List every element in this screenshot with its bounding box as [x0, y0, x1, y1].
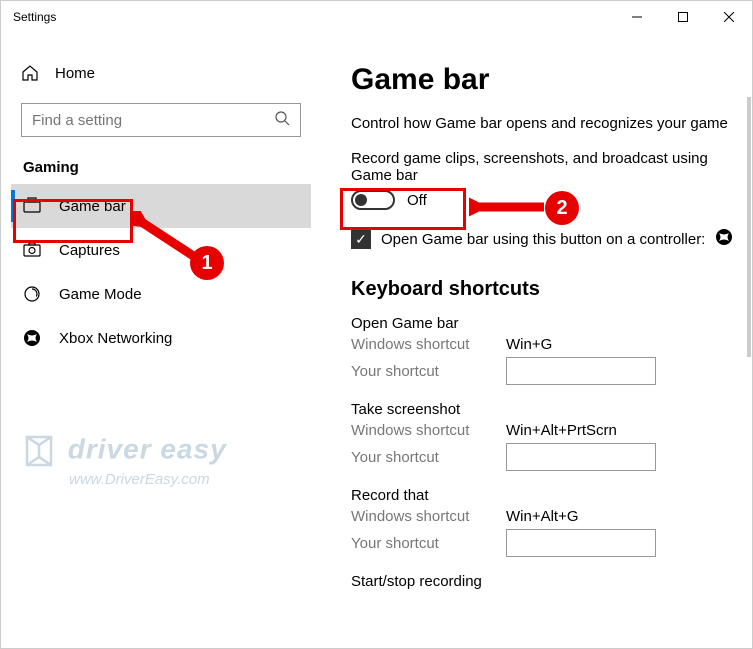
your-shortcut-label: Your shortcut	[351, 449, 506, 466]
shortcut-open-game-bar: Open Game bar Windows shortcutWin+G Your…	[351, 315, 734, 385]
home-label: Home	[55, 65, 95, 82]
shortcuts-header: Keyboard shortcuts	[351, 278, 734, 301]
captures-icon	[23, 241, 41, 259]
nav-label: Game Mode	[59, 286, 142, 303]
home-icon	[21, 64, 39, 82]
win-shortcut-value: Win+Alt+PrtScrn	[506, 422, 617, 439]
win-shortcut-value: Win+G	[506, 336, 552, 353]
game-bar-icon	[23, 197, 41, 215]
titlebar: Settings	[1, 1, 752, 33]
your-shortcut-input[interactable]	[506, 357, 656, 385]
nav-captures[interactable]: Captures	[11, 228, 311, 272]
your-shortcut-input[interactable]	[506, 443, 656, 471]
page-title: Game bar	[351, 63, 734, 97]
close-button[interactable]	[706, 1, 752, 33]
nav-game-bar[interactable]: Game bar	[11, 184, 311, 228]
controller-checkbox-row: ✓ Open Game bar using this button on a c…	[351, 228, 734, 250]
game-bar-toggle[interactable]	[351, 190, 395, 210]
shortcut-take-screenshot: Take screenshot Windows shortcutWin+Alt+…	[351, 401, 734, 471]
win-shortcut-label: Windows shortcut	[351, 508, 506, 525]
shortcut-title: Start/stop recording	[351, 573, 734, 590]
home-nav[interactable]: Home	[11, 53, 311, 93]
nav-label: Game bar	[59, 198, 126, 215]
record-desc: Record game clips, screenshots, and broa…	[351, 150, 734, 184]
win-shortcut-label: Windows shortcut	[351, 336, 506, 353]
controller-checkbox[interactable]: ✓	[351, 229, 371, 249]
nav-label: Xbox Networking	[59, 330, 172, 347]
sidebar: Home Gaming Game bar Captures Game Mod	[1, 33, 321, 648]
page-desc: Control how Game bar opens and recognize…	[351, 115, 734, 132]
shortcut-record-that: Record that Windows shortcutWin+Alt+G Yo…	[351, 487, 734, 557]
search-input[interactable]	[21, 103, 301, 137]
nav-xbox-networking[interactable]: Xbox Networking	[11, 316, 311, 360]
win-shortcut-value: Win+Alt+G	[506, 508, 579, 525]
xbox-icon	[23, 329, 41, 347]
win-shortcut-label: Windows shortcut	[351, 422, 506, 439]
search-icon	[275, 111, 290, 129]
game-bar-toggle-row: Off	[351, 190, 734, 210]
toggle-state-label: Off	[407, 192, 427, 209]
scrollbar[interactable]	[747, 97, 751, 357]
your-shortcut-label: Your shortcut	[351, 535, 506, 552]
nav-game-mode[interactable]: Game Mode	[11, 272, 311, 316]
maximize-button[interactable]	[660, 1, 706, 33]
shortcut-title: Open Game bar	[351, 315, 734, 332]
minimize-button[interactable]	[614, 1, 660, 33]
your-shortcut-label: Your shortcut	[351, 363, 506, 380]
section-header: Gaming	[11, 137, 311, 184]
checkbox-label: Open Game bar using this button on a con…	[381, 231, 705, 248]
shortcut-title: Record that	[351, 487, 734, 504]
window-title: Settings	[13, 10, 56, 24]
shortcut-title: Take screenshot	[351, 401, 734, 418]
window-controls	[614, 1, 752, 33]
xbox-button-icon	[715, 228, 733, 250]
nav-label: Captures	[59, 242, 120, 259]
your-shortcut-input[interactable]	[506, 529, 656, 557]
search-field[interactable]	[32, 112, 275, 129]
content-pane: Game bar Control how Game bar opens and …	[321, 33, 752, 648]
game-mode-icon	[23, 285, 41, 303]
